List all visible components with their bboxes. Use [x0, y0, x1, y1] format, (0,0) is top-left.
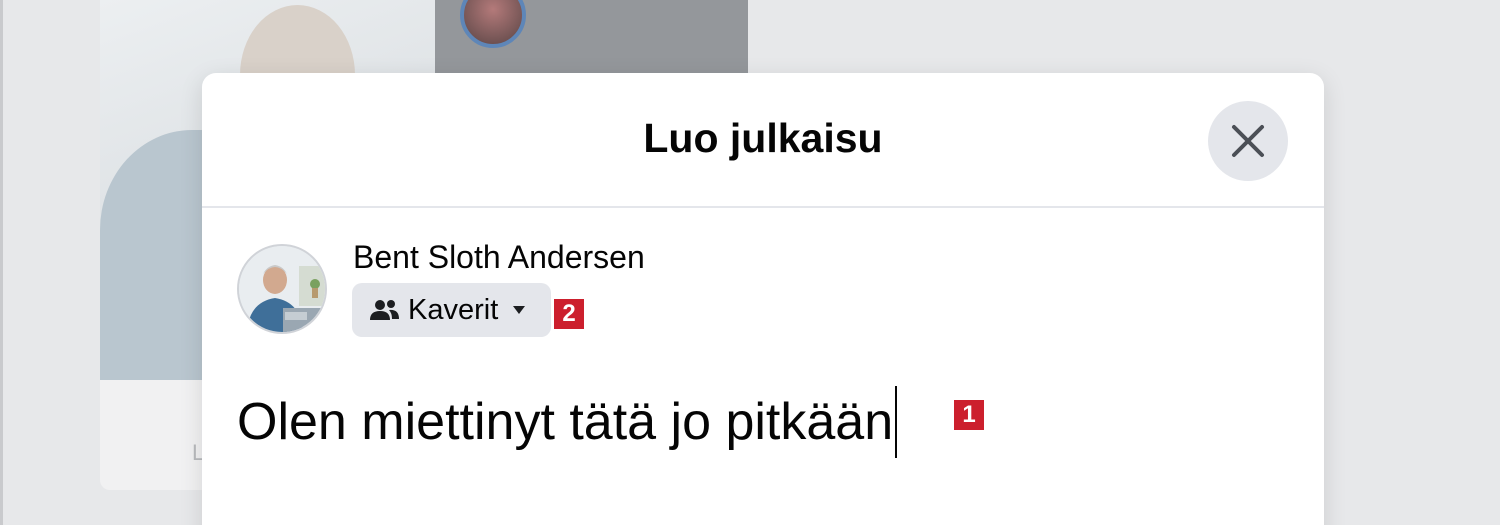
dialog-title: Luo julkaisu — [643, 115, 883, 161]
friends-icon — [370, 300, 399, 320]
text-cursor — [895, 386, 898, 458]
annotation-marker-1: 1 — [954, 400, 984, 430]
audience-label: Kaverit — [408, 293, 499, 326]
post-text-content: Olen miettinyt tätä jo pitkään — [237, 393, 894, 451]
close-button[interactable] — [1208, 101, 1288, 181]
audience-selector-button[interactable]: Kaverit — [352, 283, 551, 337]
page-edge — [0, 0, 3, 525]
caret-down-icon — [513, 306, 526, 314]
background-story-card — [435, 0, 748, 75]
author-name: Bent Sloth Andersen — [353, 239, 645, 275]
annotation-marker-2: 2 — [554, 299, 584, 329]
create-post-dialog: Luo julkaisu Bent Sloth Andersen Kaverit… — [202, 73, 1324, 525]
dialog-header: Luo julkaisu — [202, 73, 1324, 208]
avatar[interactable] — [237, 244, 327, 334]
close-icon — [1232, 125, 1264, 157]
post-text-input[interactable]: Olen miettinyt tätä jo pitkään — [237, 386, 898, 458]
background-story-avatar — [460, 0, 526, 48]
